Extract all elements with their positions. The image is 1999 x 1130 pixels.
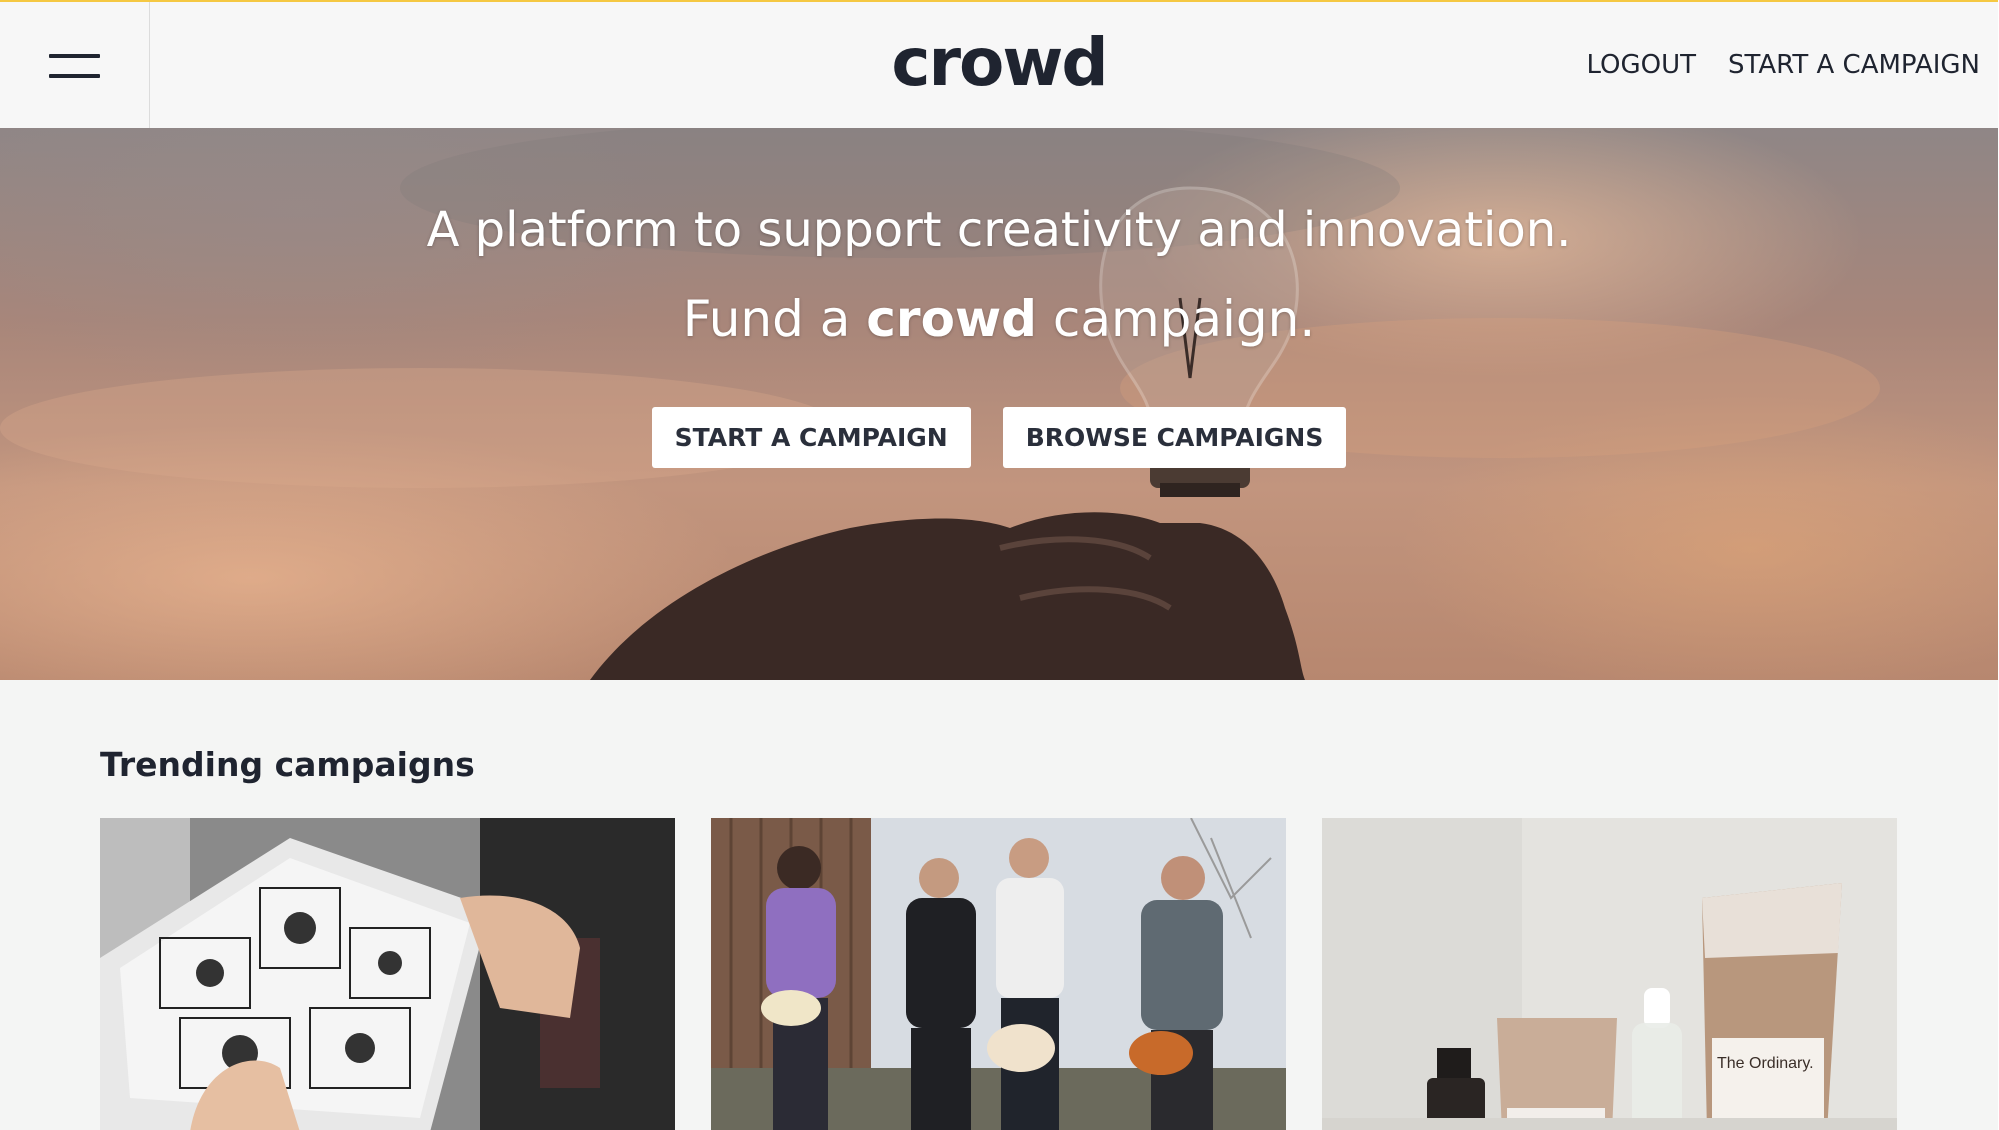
site-header: crowd LOGOUT START A CAMPAIGN xyxy=(0,2,1998,129)
hero-sub-brand: crowd xyxy=(866,290,1037,348)
browse-campaigns-button[interactable]: BROWSE CAMPAIGNS xyxy=(1002,407,1347,468)
hero-banner: A platform to support creativity and inn… xyxy=(0,128,1998,680)
hero-tagline: A platform to support creativity and inn… xyxy=(426,202,1572,258)
hero-subheading: Fund a crowd campaign. xyxy=(0,290,1998,348)
trending-campaigns-heading: Trending campaigns xyxy=(100,745,475,784)
nav-start-campaign-link[interactable]: START A CAMPAIGN xyxy=(1728,50,1980,80)
brand-label-text: The Ordinary. xyxy=(1717,1055,1814,1072)
top-nav: LOGOUT START A CAMPAIGN xyxy=(1586,50,1980,80)
band-photo-image xyxy=(711,818,1286,1130)
hero-sub-suffix: campaign. xyxy=(1036,290,1316,348)
start-campaign-button[interactable]: START A CAMPAIGN xyxy=(651,407,971,468)
campaign-card-band[interactable] xyxy=(711,818,1286,1130)
logout-link[interactable]: LOGOUT xyxy=(1586,50,1696,80)
page: crowd LOGOUT START A CAMPAIGN A platform… xyxy=(0,0,1998,1130)
comic-book-image xyxy=(100,818,675,1130)
hero-button-group: START A CAMPAIGN BROWSE CAMPAIGNS xyxy=(0,407,1998,468)
hero-sub-prefix: Fund a xyxy=(682,290,867,348)
campaign-card-comic[interactable] xyxy=(100,818,675,1130)
campaign-card-skincare[interactable]: The Ordinary. xyxy=(1322,818,1897,1130)
trending-campaigns-list: The Ordinary. xyxy=(100,818,1897,1130)
skincare-products-image: The Ordinary. xyxy=(1322,818,1897,1130)
